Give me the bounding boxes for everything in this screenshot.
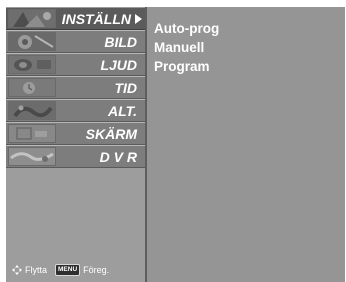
- submenu-item-auto-prog[interactable]: Auto-prog: [154, 19, 219, 38]
- menu-item-option[interactable]: ALT.: [6, 99, 145, 122]
- menu-key-icon: MENU: [55, 264, 81, 276]
- tv-osd-menu: INSTÄLLN BILD LJUD TID ALT. SKÄRM D V R …: [6, 7, 345, 282]
- menu-item-label: SKÄRM: [85, 126, 137, 142]
- move-hint-label: Flytta: [25, 265, 48, 275]
- submenu-panel: Auto-prog Manuell Program: [147, 7, 345, 282]
- menu-footer: Flytta MENU Föreg.: [11, 263, 109, 277]
- main-menu: INSTÄLLN BILD LJUD TID ALT. SKÄRM D V R …: [6, 7, 145, 282]
- move-arrows-icon: [11, 264, 23, 276]
- time-thumbnail-icon: [8, 78, 56, 97]
- previous-hint-label: Föreg.: [83, 265, 110, 275]
- menu-item-label: LJUD: [100, 57, 137, 73]
- submenu-item-program[interactable]: Program: [154, 57, 219, 76]
- menu-item-setup[interactable]: INSTÄLLN: [6, 7, 145, 30]
- menu-item-label: TID: [114, 80, 137, 96]
- menu-item-time[interactable]: TID: [6, 76, 145, 99]
- menu-item-label: INSTÄLLN: [61, 11, 131, 27]
- option-thumbnail-icon: [8, 101, 56, 120]
- screen-thumbnail-icon: [8, 124, 56, 143]
- submenu-item-manual[interactable]: Manuell: [154, 38, 219, 57]
- submenu-arrow-icon: [135, 14, 142, 24]
- audio-thumbnail-icon: [8, 55, 56, 74]
- picture-thumbnail-icon: [8, 32, 56, 51]
- menu-item-dvr[interactable]: D V R: [6, 145, 145, 168]
- menu-item-label: D V R: [99, 149, 137, 165]
- menu-item-audio[interactable]: LJUD: [6, 53, 145, 76]
- menu-item-screen[interactable]: SKÄRM: [6, 122, 145, 145]
- dvr-thumbnail-icon: [8, 147, 56, 166]
- setup-thumbnail-icon: [8, 9, 56, 28]
- menu-item-picture[interactable]: BILD: [6, 30, 145, 53]
- menu-item-label: ALT.: [107, 103, 137, 119]
- menu-item-label: BILD: [104, 34, 137, 50]
